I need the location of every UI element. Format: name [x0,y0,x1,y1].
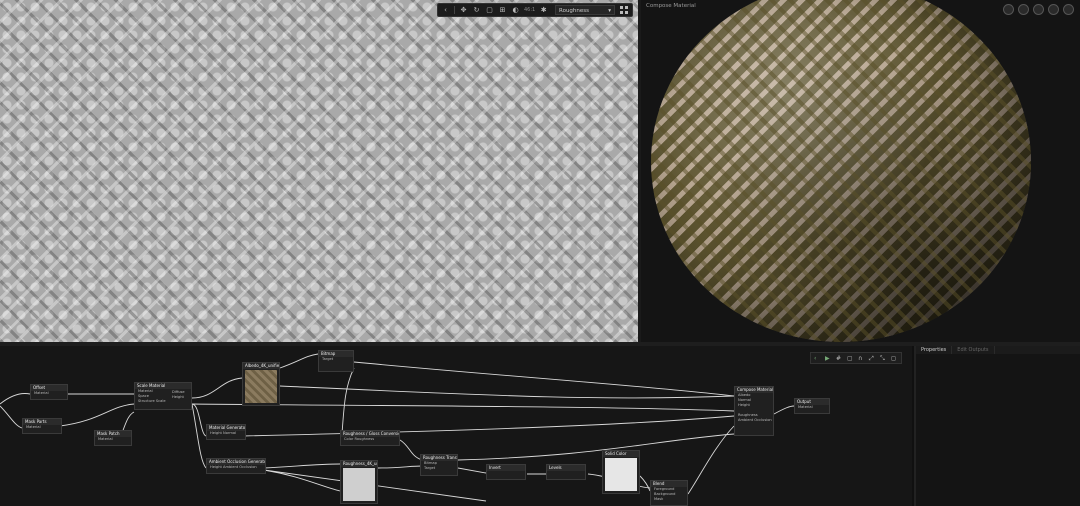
toolbar-divider [454,6,455,14]
tiling-icon[interactable]: ⊞ [498,6,507,15]
shading-icon[interactable] [1048,4,1059,15]
rotate-icon[interactable]: ↻ [472,6,481,15]
node-mask-patch[interactable]: Mask Patch Material [94,430,132,446]
fit-icon[interactable]: ▢ [485,6,494,15]
zoom-icon[interactable]: ⤡ [880,355,887,362]
node-port[interactable]: Target [421,466,457,471]
node-invert[interactable]: Invert [486,464,526,480]
viewport-3d-toolbar [1003,4,1074,15]
wire [457,433,735,461]
wire [773,405,795,415]
wire [0,405,23,429]
node-albedo-bitmap[interactable]: Albedo_4K_unified [242,362,280,406]
node-roughness-gloss[interactable]: Roughness / Gloss Conversion Color Rough… [340,430,400,446]
wire [399,439,423,461]
wire [341,367,355,435]
node-port[interactable] [319,362,353,367]
wire [377,465,423,469]
node-ao-generator[interactable]: Ambient Occlusion Generator Height Ambie… [206,458,266,474]
material-3d-viewport[interactable]: Compose Material [641,0,1080,342]
grid-icon[interactable]: # [836,355,843,362]
wire [263,463,341,469]
node-offset[interactable]: Offset Material [30,384,68,400]
color-icon[interactable]: ◐ [511,6,520,15]
roughness-thumbnail [343,468,375,501]
channel-dropdown-value: Roughness [559,8,590,14]
wire [59,403,135,427]
node-solid-color[interactable]: Solid Color [602,450,640,494]
zoom-readout: 46:1 [524,7,536,13]
wire [279,385,735,399]
tab-properties[interactable]: Properties [916,346,953,354]
node-port[interactable]: Height Ambient Occlusion [207,465,265,470]
wire [191,403,207,437]
node-outputs: Diffuse Height [172,390,192,400]
node-port[interactable]: Material [95,437,131,442]
node-port[interactable]: Ambient Occlusion [735,418,773,423]
wire [353,361,735,397]
node-output[interactable]: Output Material [794,398,830,414]
layout-icon[interactable]: ◻ [891,355,898,362]
wire [263,469,341,492]
environment-icon[interactable] [1003,4,1014,15]
move-icon[interactable]: ✥ [459,6,468,15]
node-title: Solid Color [603,451,639,457]
frame-icon[interactable]: ▢ [847,355,854,362]
node-title: Albedo_4K_unified [243,363,279,369]
node-port[interactable] [487,471,525,476]
wire [191,377,243,399]
node-port[interactable]: Color Roughness [341,437,399,442]
albedo-thumbnail [245,370,277,403]
material-preview-sphere[interactable] [651,0,1031,342]
graph-wires [0,353,795,502]
color-picker-icon[interactable] [1063,4,1074,15]
node-graph[interactable]: Offset Material Mask Parts Material Scal… [0,346,912,506]
chevron-down-icon: ▾ [608,8,611,14]
back-icon[interactable]: ‹ [814,355,821,362]
wire [243,415,735,437]
node-port[interactable] [547,471,585,476]
node-mask-parts[interactable]: Mask Parts Material [22,418,62,434]
brightness-icon[interactable]: ✱ [539,6,548,15]
node-port[interactable]: Mask [651,497,687,502]
wire [457,467,487,474]
wire [191,403,207,469]
collapse-icon[interactable]: ‹ [441,6,450,15]
lighting-icon[interactable] [1018,4,1029,15]
node-levels[interactable]: Levels [546,464,586,480]
camera-icon[interactable] [1033,4,1044,15]
properties-panel: Properties Edit Outputs [914,346,1080,506]
node-port[interactable]: Material [23,425,61,430]
node-blend[interactable]: Blend Foreground Background Mask [650,480,688,506]
node-roughness-bitmap[interactable]: Roughness_4K_unif [340,460,378,504]
wire [639,475,651,492]
wire [0,393,31,405]
viewport-3d-title: Compose Material [646,3,696,9]
graph-toolbar: ‹ ▶ # ▢ ∩ ⤢ ⤡ ◻ [810,352,902,364]
node-port[interactable]: Material [795,405,829,410]
node-port[interactable]: Height Normal [207,431,245,436]
node-compose-material[interactable]: Compose Material Albedo Normal Height Ro… [734,386,774,436]
fit-view-icon[interactable]: ⤢ [869,355,876,362]
node-port[interactable]: Height [172,395,192,400]
magnet-icon[interactable]: ∩ [858,355,865,362]
tab-edit-outputs[interactable]: Edit Outputs [952,346,995,354]
solid-color-thumbnail [605,458,637,491]
texture-2d-viewport[interactable]: ‹ ✥ ↻ ▢ ⊞ ◐ 46:1 ✱ Roughness ▾ [0,0,638,342]
grid-icon[interactable] [619,5,629,15]
channel-dropdown[interactable]: Roughness ▾ [555,5,615,15]
viewport-2d-toolbar: ‹ ✥ ↻ ▢ ⊞ ◐ 46:1 ✱ Roughness ▾ [437,3,633,17]
node-bitmap[interactable]: Bitmap Target [318,350,354,372]
node-roughness-transfer[interactable]: Roughness Transfer Bitmap Target [420,454,458,476]
properties-tabs: Properties Edit Outputs [916,346,1080,354]
wire [279,353,319,369]
node-title: Roughness_4K_unif [341,461,377,467]
node-port[interactable]: Material [31,391,67,396]
play-icon[interactable]: ▶ [825,355,832,362]
node-material-generator[interactable]: Material Generator Height Normal [206,424,246,440]
